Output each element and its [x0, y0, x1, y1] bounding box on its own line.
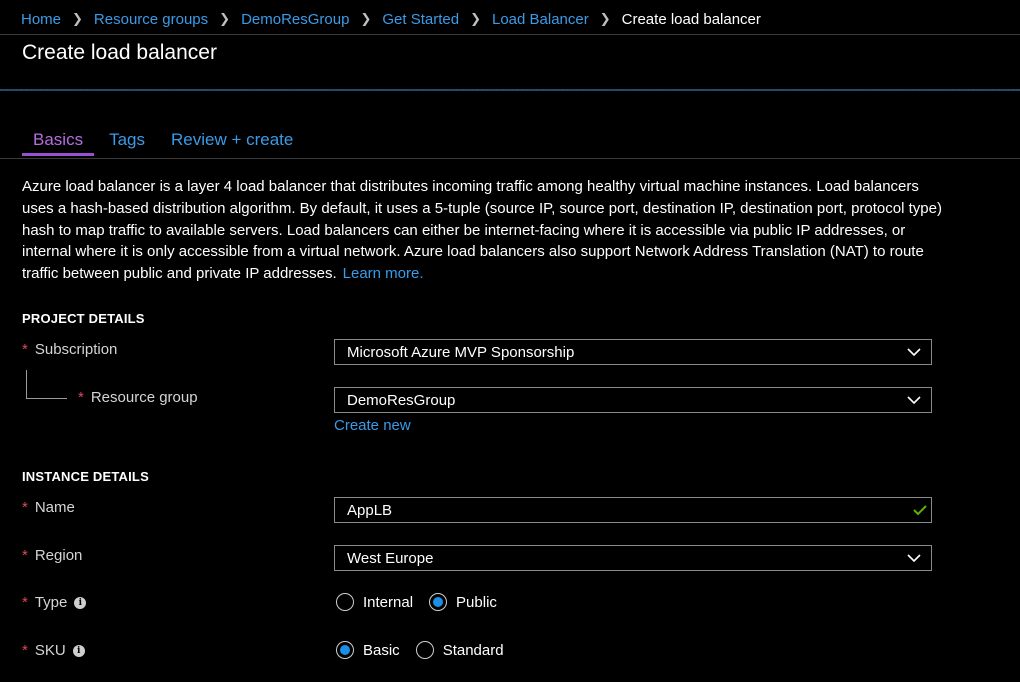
sku-basic-radio[interactable]: Basic [336, 641, 400, 659]
chevron-right-icon: ❯ [599, 11, 611, 26]
breadcrumb-current: Create load balancer [621, 10, 761, 28]
resource-group-label-text: Resource group [90, 389, 198, 406]
type-label: * Type i [22, 594, 87, 611]
required-marker: * [78, 389, 84, 406]
chevron-right-icon: ❯ [72, 11, 83, 26]
radio-circle [429, 593, 448, 611]
radio-circle [415, 641, 434, 659]
header-divider [0, 34, 1020, 35]
type-radio-group: Internal Public [336, 593, 513, 611]
subscription-select[interactable]: Microsoft Azure MVP Sponsorship [334, 339, 932, 365]
description-text: Azure load balancer is a layer 4 load ba… [22, 178, 942, 283]
tree-connector [26, 370, 67, 399]
instance-details-heading: INSTANCE DETAILS [22, 469, 149, 484]
required-marker: * [22, 499, 28, 516]
subscription-value: Microsoft Azure MVP Sponsorship [347, 344, 575, 361]
breadcrumb-resource-groups[interactable]: Resource groups [94, 11, 208, 28]
type-internal-label: Internal [363, 593, 414, 611]
chevron-right-icon: ❯ [219, 11, 231, 26]
subscription-label-text: Subscription [34, 341, 118, 358]
region-select[interactable]: West Europe [334, 545, 932, 571]
radio-circle [336, 641, 354, 659]
name-label: * Name [22, 499, 75, 516]
breadcrumb: Home ❯ Resource groups ❯ DemoResGroup ❯ … [21, 8, 761, 30]
create-load-balancer-page: Home ❯ Resource groups ❯ DemoResGroup ❯ … [0, 0, 1020, 682]
description: Azure load balancer is a layer 4 load ba… [22, 176, 942, 285]
tabs-divider [0, 158, 1020, 159]
sku-radio-group: Basic Standard [336, 641, 520, 659]
breadcrumb-demoresgroup[interactable]: DemoResGroup [241, 11, 349, 28]
required-marker: * [22, 341, 28, 358]
tab-review-create[interactable]: Review + create [160, 128, 304, 156]
tab-basics[interactable]: Basics [22, 128, 95, 156]
tab-bar: Basics Tags Review + create [22, 128, 304, 156]
chevron-right-icon: ❯ [360, 11, 372, 26]
type-internal-radio[interactable]: Internal [336, 593, 413, 611]
sku-label-text: SKU [34, 642, 66, 659]
info-icon[interactable]: i [72, 644, 85, 657]
required-marker: * [22, 594, 28, 611]
checkmark-icon [913, 505, 927, 516]
type-public-radio[interactable]: Public [429, 593, 497, 611]
resource-group-select[interactable]: DemoResGroup [334, 387, 932, 413]
breadcrumb-load-balancer[interactable]: Load Balancer [492, 11, 589, 28]
name-label-text: Name [34, 499, 75, 516]
type-label-text: Type [34, 594, 68, 611]
type-public-label: Public [456, 593, 497, 611]
required-marker: * [22, 642, 28, 659]
radio-selected-dot [340, 645, 350, 655]
chevron-right-icon: ❯ [470, 11, 481, 26]
region-label: * Region [22, 547, 82, 564]
sku-standard-radio[interactable]: Standard [415, 641, 504, 659]
required-marker: * [22, 547, 28, 564]
sku-standard-label: Standard [442, 641, 504, 659]
resource-group-value: DemoResGroup [347, 392, 456, 409]
learn-more-link[interactable]: Learn more. [343, 265, 424, 282]
chevron-down-icon [907, 396, 921, 405]
title-divider [0, 89, 1020, 91]
create-new-resource-group-link[interactable]: Create new [334, 417, 411, 434]
sku-label: * SKU i [22, 642, 85, 659]
name-input[interactable]: AppLB [334, 497, 932, 523]
sku-basic-label: Basic [363, 641, 400, 659]
chevron-down-icon [907, 554, 921, 563]
breadcrumb-home[interactable]: Home [21, 11, 61, 28]
radio-circle [336, 593, 354, 611]
breadcrumb-get-started[interactable]: Get Started [382, 11, 459, 28]
resource-group-label: * Resource group [78, 389, 198, 406]
name-value: AppLB [347, 502, 393, 519]
region-value: West Europe [347, 550, 434, 567]
project-details-heading: PROJECT DETAILS [22, 311, 145, 326]
radio-selected-dot [433, 597, 444, 607]
tab-tags[interactable]: Tags [98, 128, 156, 156]
region-label-text: Region [34, 547, 83, 564]
chevron-down-icon [907, 348, 921, 357]
info-icon[interactable]: i [74, 596, 87, 609]
page-title: Create load balancer [22, 41, 217, 64]
subscription-label: * Subscription [22, 341, 117, 358]
